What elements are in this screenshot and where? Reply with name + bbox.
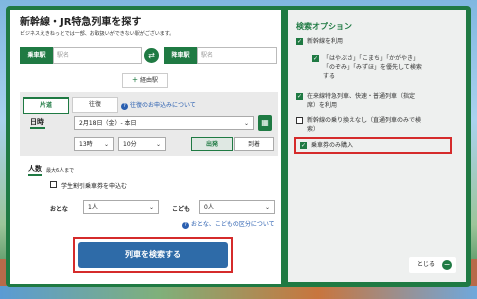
question-icon: ? [182,222,189,229]
chevron-down-icon: ⌄ [264,204,270,211]
minute-value: 10分 [123,141,137,148]
plus-icon: ＋ [131,77,141,84]
adult-count-value: 1人 [88,204,98,211]
no-transfer-checkbox[interactable] [296,117,303,124]
no-transfer-line2: 索） [307,126,320,133]
hour-value: 13時 [79,141,93,148]
conventional-trains-line1: 在来線特急列車、快速・普通列車（指定 [307,93,416,100]
to-station-input[interactable]: 駅名 [197,47,277,64]
label-underline [28,174,42,176]
question-icon: ? [121,103,128,110]
conventional-trains-checkbox[interactable]: ✓ [296,93,303,100]
tab-roundtrip[interactable]: 往復 [72,97,118,113]
chevron-down-icon: ⌄ [148,204,154,211]
student-discount-checkbox[interactable] [50,181,57,188]
chevron-down-icon: ⌄ [155,141,161,148]
add-via-station-button[interactable]: ＋ 経由駅 [122,73,168,88]
depart-toggle[interactable]: 出発 [191,137,233,151]
age-category-help-text: おとな、こどもの区分について [191,221,275,228]
search-trains-button[interactable]: 列車を検索する [78,242,228,268]
student-discount-label: 学生割引乗車券を申込む [61,183,128,190]
label-underline [30,127,45,129]
child-count-value: 0人 [204,204,214,211]
child-label: こども [172,206,191,213]
tab-oneway[interactable]: 片道 [23,97,69,114]
chevron-down-icon: ⌄ [103,141,109,148]
age-category-help-link[interactable]: ? おとな、こどもの区分について [182,219,275,229]
calendar-icon[interactable]: ▦ [258,115,272,131]
date-select[interactable]: 2月18日（金）- 本日 ⌄ [74,116,254,130]
people-label: 人数 [28,165,42,173]
page-title: 新幹線・JR特急列車を探す [20,17,142,28]
priority-trains-checkbox[interactable]: ✓ [312,55,319,62]
priority-trains-line3: する [323,73,336,80]
background-strip [0,286,477,299]
priority-trains-line1: 「はやぶさ」「こまち」「かがやき」 [323,55,420,62]
datetime-label: 日時 [30,118,44,126]
from-station-label: 乗車駅 [20,47,53,64]
chevron-down-icon: ⌄ [243,120,249,127]
no-transfer-line1: 新幹線の乗り換えなし（直通列車のみで検 [307,117,422,124]
conventional-trains-line2: 席）を利用 [307,102,338,109]
via-label: 経由駅 [140,77,159,84]
minus-icon: − [442,260,452,270]
close-options-button[interactable]: とじる − [409,257,456,273]
roundtrip-help-text: 往復のお申込みについて [130,102,196,109]
to-station-label: 降車駅 [164,47,197,64]
use-shinkansen-label: 新幹線を利用 [307,38,344,45]
hour-select[interactable]: 13時 ⌄ [74,137,114,151]
ticket-only-checkbox[interactable]: ✓ [300,142,307,149]
page-subtitle: ビジネスえきねっとでは一部、お取扱いができない駅がございます。 [20,31,175,37]
max-people-note: 最大6人まで [46,168,75,174]
date-value: 2月18日（金）- 本日 [79,120,137,127]
minute-select[interactable]: 10分 ⌄ [118,137,166,151]
close-label: とじる [417,261,436,268]
arrive-toggle[interactable]: 到着 [234,137,274,151]
priority-trains-line2: 「のぞみ」「みずほ」を優先して検索 [323,64,422,71]
child-count-select[interactable]: 0人 ⌄ [199,200,275,214]
adult-label: おとな [50,206,68,213]
roundtrip-help-link[interactable]: ? 往復のお申込みについて [121,100,196,110]
options-title: 検索オプション [296,22,352,31]
use-shinkansen-checkbox[interactable]: ✓ [296,38,303,45]
from-station-input[interactable]: 駅名 [53,47,142,64]
adult-count-select[interactable]: 1人 ⌄ [83,200,159,214]
swap-stations-icon[interactable]: ⇄ [144,48,159,63]
ticket-only-label: 乗車券のみ購入 [311,142,354,149]
